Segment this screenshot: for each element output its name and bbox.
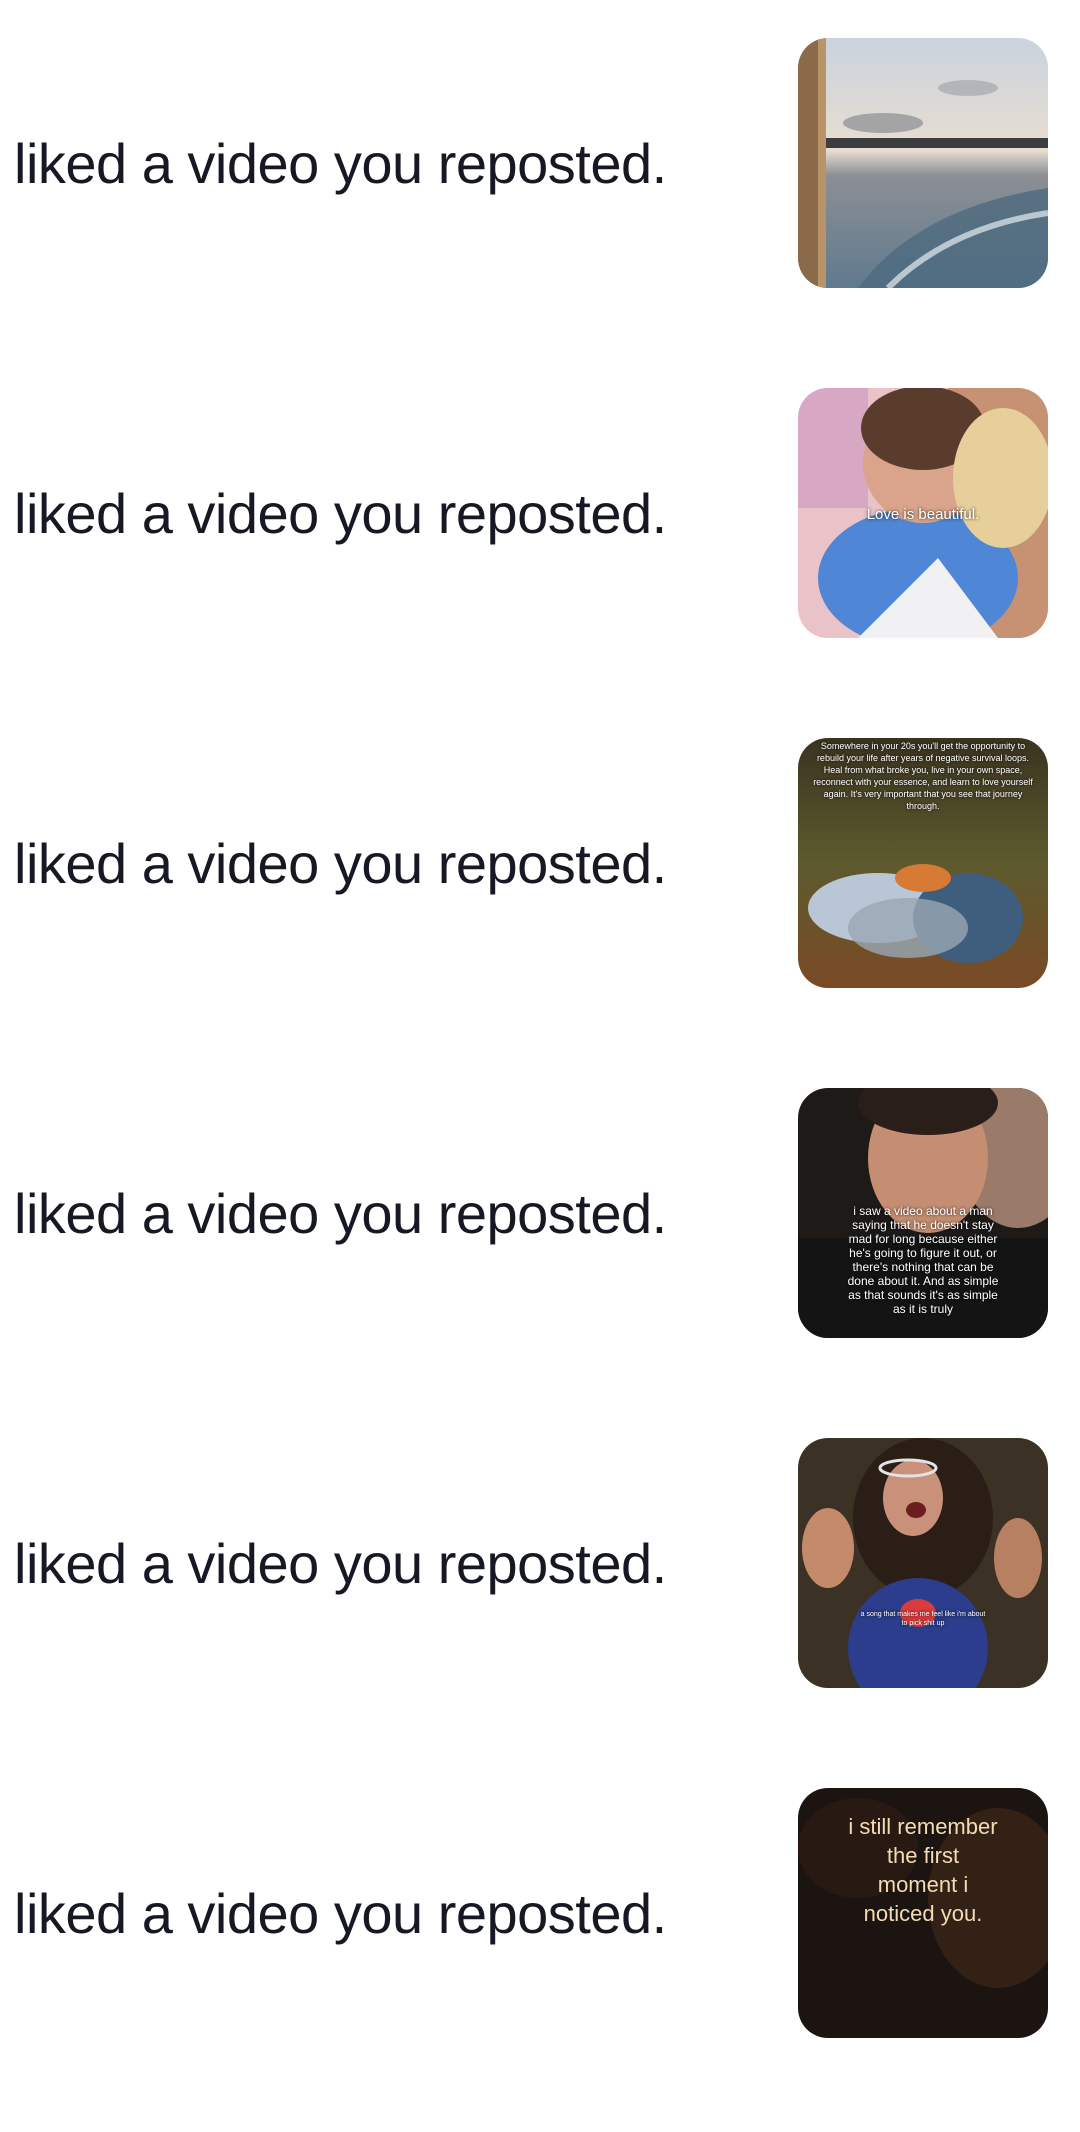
thumbnail-image <box>798 38 1048 288</box>
notification-text: liked a video you reposted. <box>14 1881 667 1945</box>
notification-text: liked a video you reposted. <box>14 1531 667 1595</box>
notification-item[interactable]: liked a video you reposted. i saw a vide… <box>0 1088 1080 1338</box>
notification-item[interactable]: liked a video you reposted. a song that … <box>0 1438 1080 1688</box>
notification-text: liked a video you reposted. <box>14 831 667 895</box>
thumbnail-caption: i still remember the first moment i noti… <box>848 1814 998 1926</box>
thumbnail-image <box>798 1438 1048 1688</box>
video-thumbnail[interactable]: Love is beautiful. <box>798 388 1048 638</box>
video-thumbnail[interactable]: a song that makes me feel like i'm about… <box>798 1438 1048 1688</box>
video-thumbnail[interactable] <box>798 38 1048 288</box>
thumbnail-caption: a song that makes me feel like i'm about… <box>860 1611 986 1627</box>
notification-text: liked a video you reposted. <box>14 131 667 195</box>
notification-item[interactable]: liked a video you reposted. i still reme… <box>0 1788 1080 2038</box>
notification-item[interactable]: liked a video you reposted. Somewhere in… <box>0 738 1080 988</box>
thumbnail-caption: Love is beautiful. <box>866 506 980 523</box>
notification-item[interactable]: liked a video you reposted. Love is beau… <box>0 388 1080 638</box>
video-thumbnail[interactable]: i still remember the first moment i noti… <box>798 1788 1048 2038</box>
thumbnail-caption: i saw a video about a man saying that he… <box>847 1204 999 1316</box>
video-thumbnail[interactable]: Somewhere in your 20s you'll get the opp… <box>798 738 1048 988</box>
video-thumbnail[interactable]: i saw a video about a man saying that he… <box>798 1088 1048 1338</box>
thumbnail-caption: Somewhere in your 20s you'll get the opp… <box>813 741 1033 811</box>
notification-text: liked a video you reposted. <box>14 481 667 545</box>
notification-item[interactable]: liked a video you reposted. <box>0 38 1080 288</box>
notification-text: liked a video you reposted. <box>14 1181 667 1245</box>
